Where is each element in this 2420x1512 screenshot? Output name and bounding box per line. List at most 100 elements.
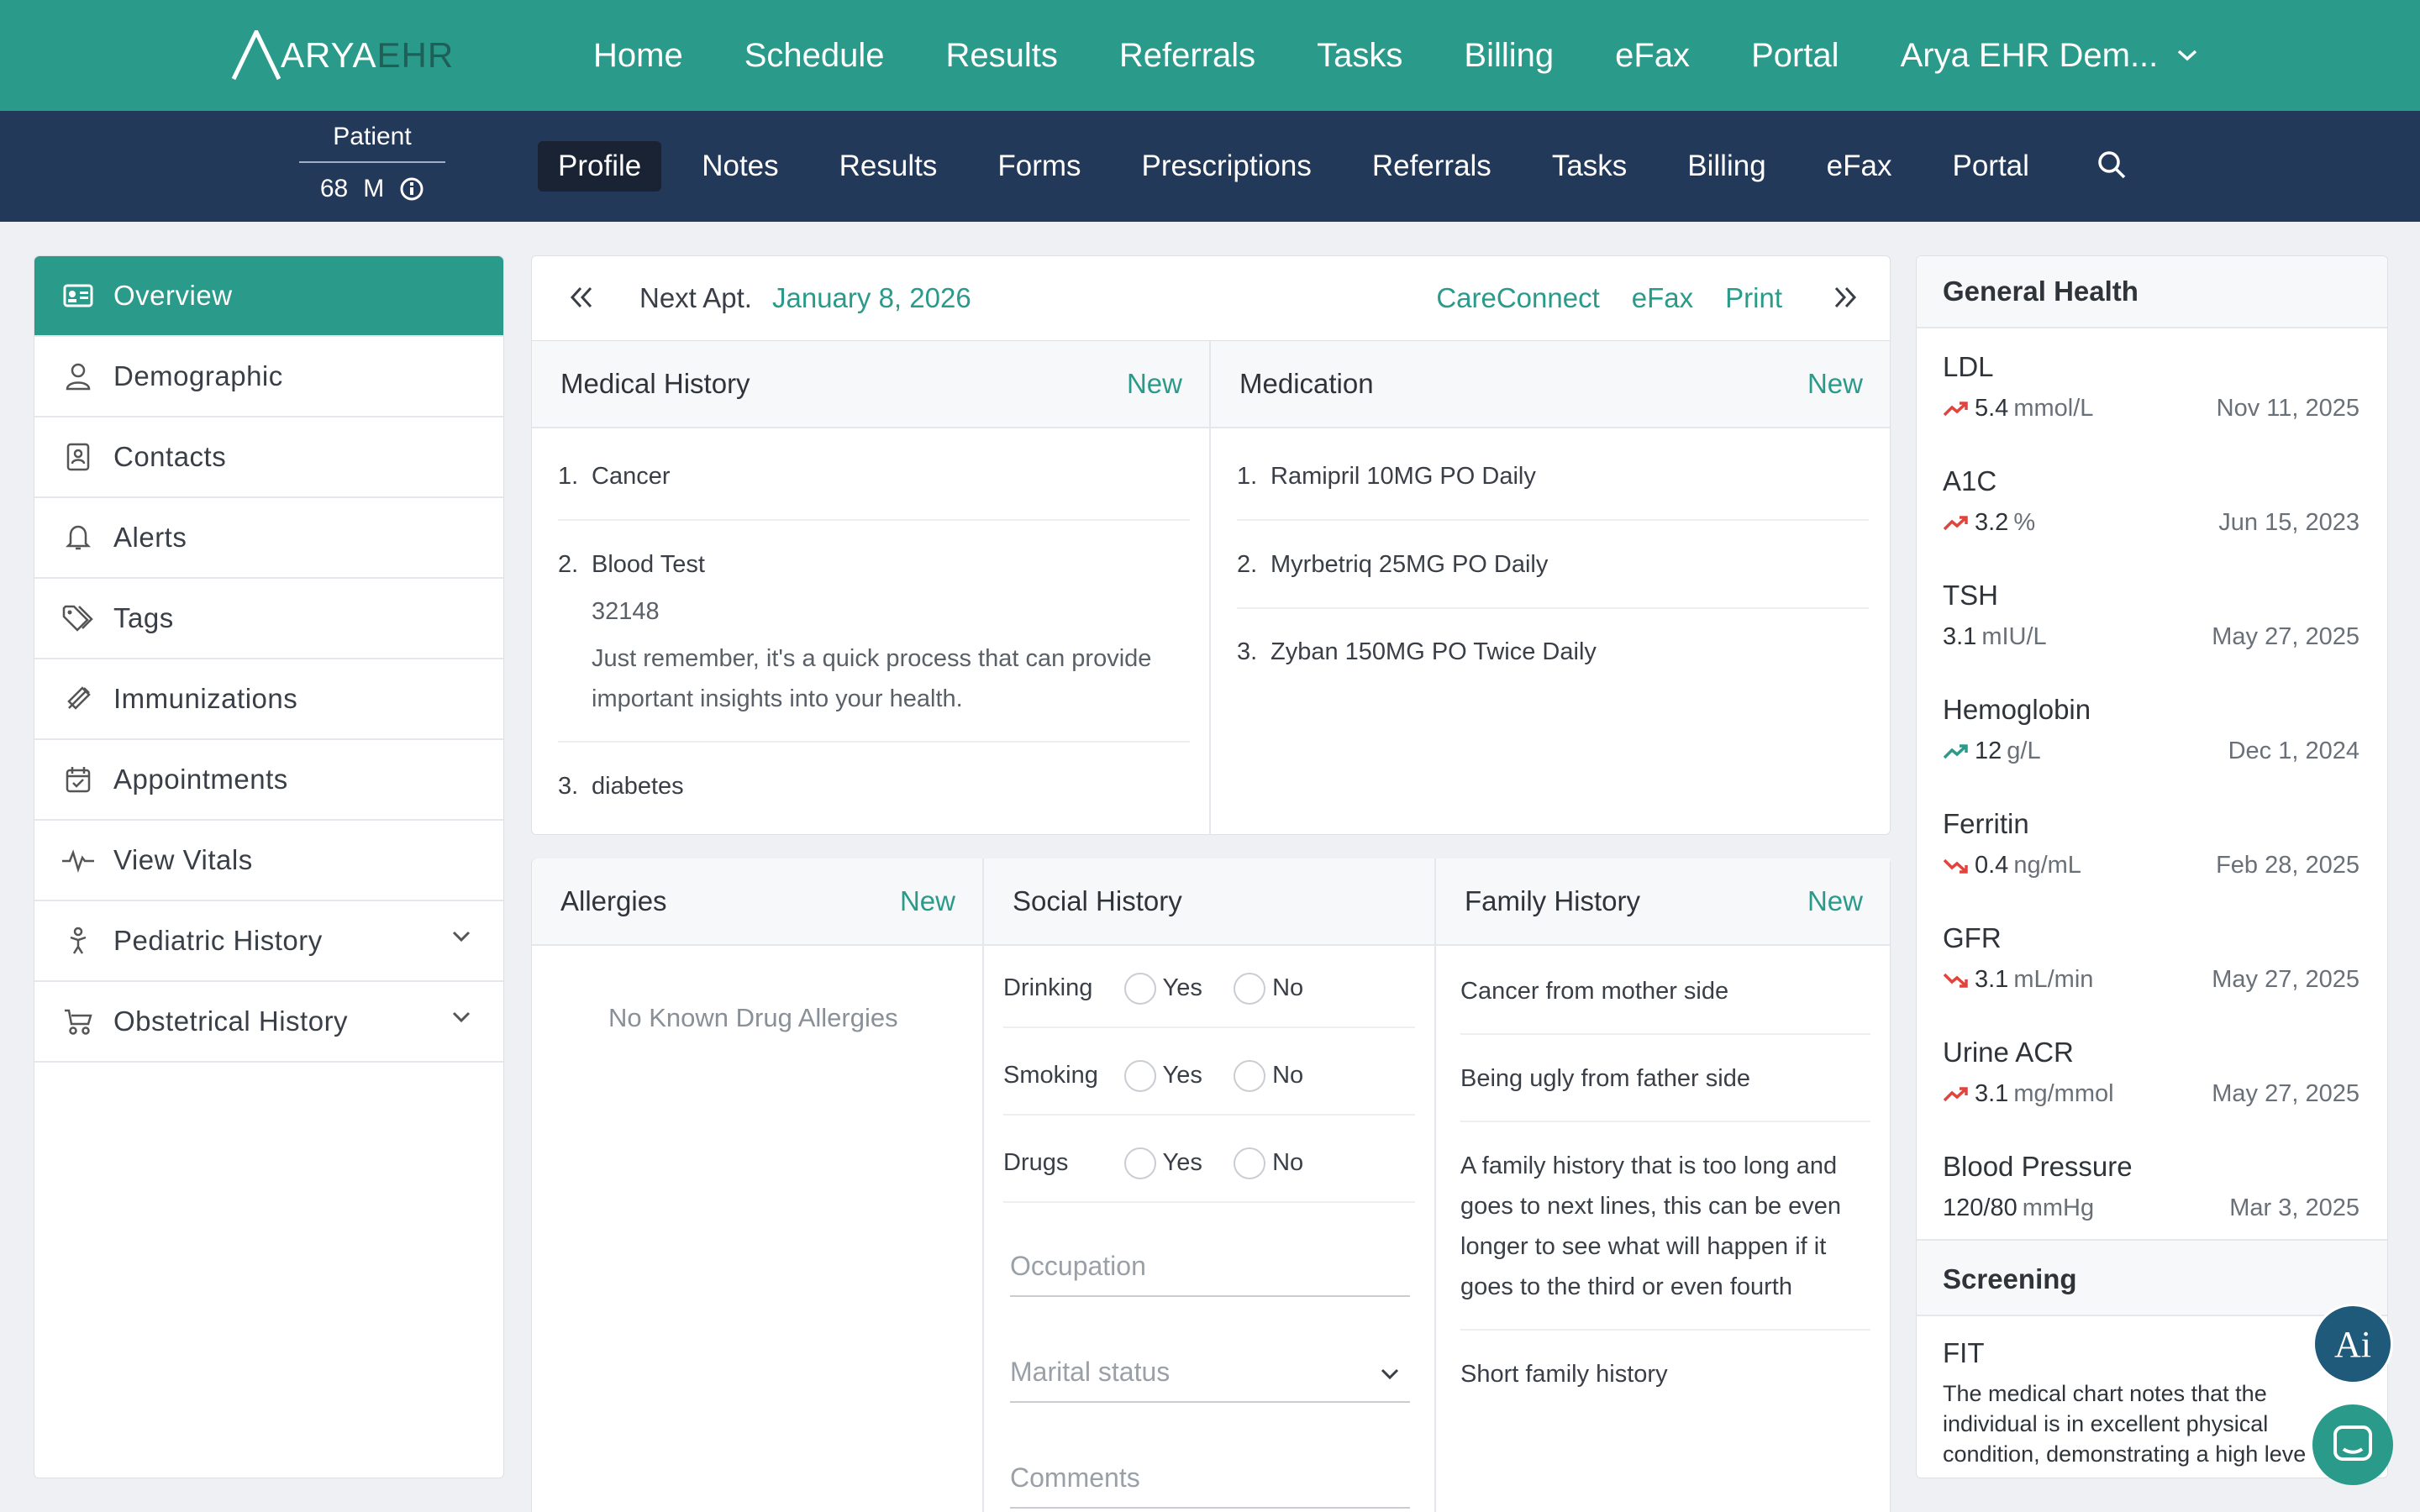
smoking-no-option[interactable]: No (1234, 1055, 1303, 1095)
divider (1003, 1114, 1415, 1116)
trend-down-icon (1943, 858, 1968, 874)
logo-text-suffix: EHR (376, 35, 455, 75)
family-history-title: Family History (1465, 885, 1641, 916)
health-metric-name[interactable]: Urine ACR (1943, 1037, 2074, 1068)
info-icon[interactable] (399, 176, 424, 202)
sidebar-item-view-vitals[interactable]: View Vitals (34, 821, 503, 901)
print-link[interactable]: Print (1725, 282, 1782, 314)
drinking-no-option[interactable]: No (1234, 968, 1303, 1008)
medication-item[interactable]: 2. Myrbetriq 25MG PO Daily (1237, 544, 1548, 585)
tab-referrals[interactable]: Referrals (1352, 141, 1512, 192)
divider (1237, 607, 1869, 609)
chat-support-button[interactable] (2312, 1404, 2393, 1485)
drinking-yes-option[interactable]: Yes (1124, 968, 1202, 1008)
screening-name: FIT (1943, 1337, 1985, 1368)
app-logo[interactable]: ARYA EHR (232, 30, 454, 81)
search-icon (2098, 150, 2126, 178)
sidebar-item-immunizations[interactable]: Immunizations (34, 659, 503, 740)
radio-button[interactable] (1234, 1147, 1265, 1180)
account-menu[interactable]: Arya EHR Dem... (1901, 37, 2199, 75)
medical-history-item[interactable]: 1. Cancer (558, 456, 671, 496)
top-nav-portal[interactable]: Portal (1751, 37, 1839, 75)
chevron-down-icon (1381, 1368, 1399, 1380)
patient-summary: Patient 68 M (299, 123, 445, 215)
tab-notes[interactable]: Notes (681, 141, 798, 192)
family-history-new-button[interactable]: New (1807, 885, 1863, 917)
health-metric-name[interactable]: LDL (1943, 351, 1994, 383)
radio-button[interactable] (1124, 1147, 1156, 1180)
tab-forms[interactable]: Forms (977, 141, 1101, 192)
tab-efax[interactable]: eFax (1807, 141, 1912, 192)
top-nav-efax[interactable]: eFax (1615, 37, 1690, 75)
health-metric-name[interactable]: GFR (1943, 922, 2002, 954)
medical-history-item[interactable]: 3. diabetes (558, 766, 684, 806)
occupation-input[interactable]: Occupation (1010, 1236, 1410, 1297)
comments-input[interactable]: Comments (1010, 1448, 1410, 1509)
sidebar-item-alerts[interactable]: Alerts (34, 498, 503, 579)
patient-sex: M (363, 175, 385, 202)
medication-new-button[interactable]: New (1807, 368, 1863, 400)
tab-billing[interactable]: Billing (1667, 141, 1786, 192)
family-history-item[interactable]: Being ugly from father side (1460, 1058, 1750, 1099)
health-metric-name[interactable]: Blood Pressure (1943, 1151, 2133, 1183)
health-metric-date: May 27, 2025 (2212, 1080, 2360, 1107)
medical-history-code: 32148 (592, 598, 660, 625)
drugs-no-option[interactable]: No (1234, 1142, 1303, 1183)
child-icon (70, 927, 87, 954)
health-metric-name[interactable]: Hemoglobin (1943, 694, 2091, 726)
medication-header: Medication New (1211, 341, 1890, 428)
top-nav-tasks[interactable]: Tasks (1317, 37, 1402, 75)
double-chevron-right-icon[interactable] (1833, 285, 1858, 310)
search-button[interactable] (2096, 150, 2127, 184)
sidebar-item-demographic[interactable]: Demographic (34, 337, 503, 417)
marital-status-select[interactable]: Marital status (1010, 1342, 1410, 1403)
allergies-new-button[interactable]: New (900, 885, 955, 917)
medication-item[interactable]: 3. Zyban 150MG PO Twice Daily (1237, 632, 1597, 672)
syringe-icon (67, 686, 91, 710)
family-history-item[interactable]: Short family history (1460, 1354, 1668, 1394)
top-nav-results[interactable]: Results (946, 37, 1058, 75)
sidebar-item-tags[interactable]: Tags (34, 579, 503, 659)
health-metric-name[interactable]: Ferritin (1943, 808, 2029, 840)
health-metric-name[interactable]: A1C (1943, 465, 1996, 497)
pulse-icon (62, 849, 94, 873)
family-history-item[interactable]: Cancer from mother side (1460, 971, 1728, 1011)
top-nav-home[interactable]: Home (593, 37, 683, 75)
radio-button[interactable] (1234, 973, 1265, 1005)
family-history-item[interactable]: A family history that is too long and (1460, 1146, 1837, 1186)
top-nav-schedule[interactable]: Schedule (744, 37, 885, 75)
radio-button[interactable] (1234, 1060, 1265, 1093)
smoking-label: Smoking (1003, 1062, 1098, 1089)
double-chevron-left-icon[interactable] (569, 285, 594, 310)
metric-number: 5.4 (1975, 395, 2009, 422)
careconnect-link[interactable]: CareConnect (1436, 282, 1599, 314)
medical-history-note: Just remember, it's a quick process that… (592, 645, 1152, 672)
tag-icon (62, 605, 93, 632)
smoking-yes-option[interactable]: Yes (1124, 1055, 1202, 1095)
sidebar-item-overview[interactable]: Overview (34, 256, 503, 337)
medical-history-item[interactable]: 2. Blood Test (558, 544, 705, 585)
next-appointment-date[interactable]: January 8, 2026 (772, 282, 971, 314)
tab-portal[interactable]: Portal (1932, 141, 2049, 192)
sidebar-item-contacts[interactable]: Contacts (34, 417, 503, 498)
tab-tasks[interactable]: Tasks (1532, 141, 1647, 192)
tab-prescriptions[interactable]: Prescriptions (1122, 141, 1332, 192)
health-metric-value: 120/80 mmHg (1943, 1194, 2094, 1222)
sidebar-item-obstetrical-history[interactable]: Obstetrical History (34, 982, 503, 1063)
radio-button[interactable] (1124, 1060, 1156, 1093)
tab-profile[interactable]: Profile (538, 141, 662, 192)
divider (1003, 1026, 1415, 1028)
top-nav-billing[interactable]: Billing (1464, 37, 1554, 75)
health-metric-name[interactable]: TSH (1943, 580, 1998, 612)
sidebar-item-pediatric-history[interactable]: Pediatric History (34, 901, 503, 982)
drugs-yes-option[interactable]: Yes (1124, 1142, 1202, 1183)
ai-assistant-button[interactable]: Ai (2312, 1304, 2393, 1384)
sidebar-item-appointments[interactable]: Appointments (34, 740, 503, 821)
top-nav-referrals[interactable]: Referrals (1119, 37, 1255, 75)
radio-button[interactable] (1124, 973, 1156, 1005)
efax-link[interactable]: eFax (1632, 282, 1693, 314)
medical-history-new-button[interactable]: New (1127, 368, 1182, 400)
tab-results[interactable]: Results (819, 141, 958, 192)
medication-item[interactable]: 1. Ramipril 10MG PO Daily (1237, 456, 1536, 496)
social-history-header: Social History (984, 858, 1434, 946)
